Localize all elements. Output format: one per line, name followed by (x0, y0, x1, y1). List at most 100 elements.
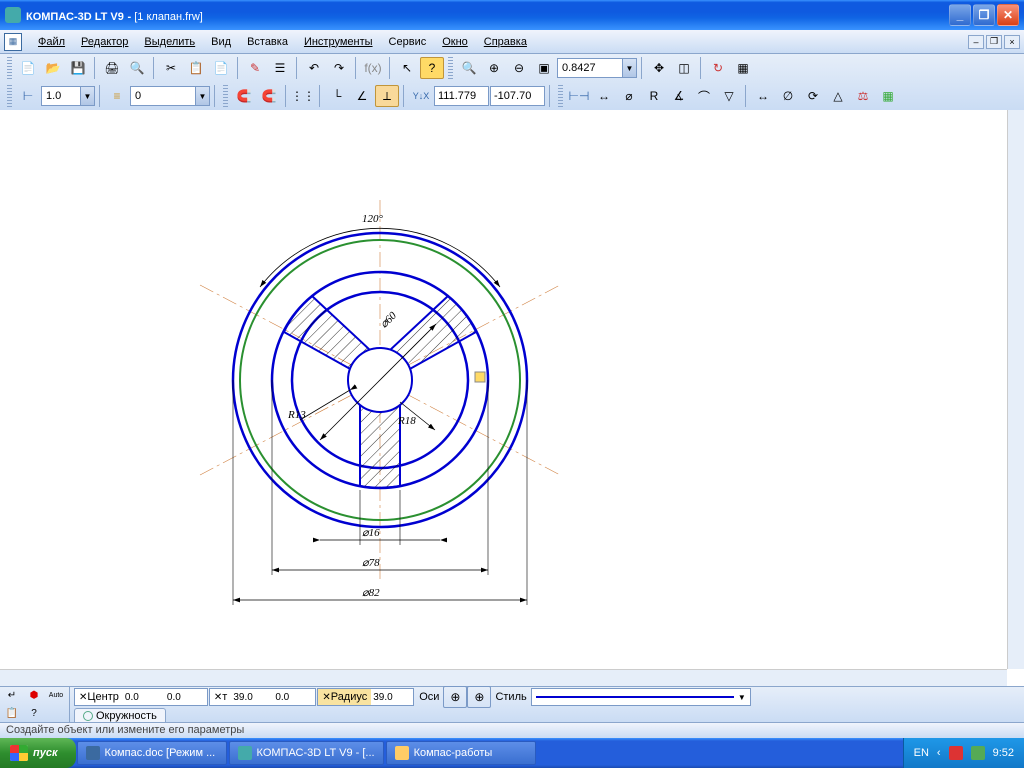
pan-button[interactable]: ✥ (647, 57, 671, 79)
dim-angle-button[interactable]: ∡ (667, 85, 691, 107)
axes-on-button[interactable]: ⊕ (467, 686, 491, 708)
stop-button[interactable]: ⬢ (24, 688, 44, 704)
toolbar-grip[interactable] (7, 57, 12, 79)
task-word[interactable]: Компас.doc [Режим ... (77, 741, 227, 765)
menu-select[interactable]: Выделить (136, 33, 203, 51)
handle[interactable] (475, 372, 485, 382)
minimize-button[interactable]: _ (949, 4, 971, 26)
scrollbar-horizontal[interactable] (0, 669, 1007, 686)
copy-button[interactable]: 📋 (184, 57, 208, 79)
mdi-close[interactable]: × (1004, 35, 1020, 49)
tray-icon[interactable] (971, 746, 985, 760)
dim-chain-button[interactable]: ↔ (592, 85, 616, 107)
close-button[interactable]: ✕ (997, 4, 1019, 26)
cut-button[interactable]: ✂ (159, 57, 183, 79)
doc-icon[interactable]: ▦ (4, 33, 22, 51)
coord-y-input[interactable] (490, 86, 545, 106)
snap-off-button[interactable]: 🧲 (257, 85, 281, 107)
menu-window[interactable]: Окно (434, 33, 476, 51)
mdi-restore[interactable]: ❐ (986, 35, 1002, 49)
center-x-input[interactable] (123, 689, 165, 705)
tray-icon[interactable] (949, 746, 963, 760)
task-folder[interactable]: Компас-работы (386, 741, 536, 765)
layer-combo[interactable]: 0 ▼ (130, 86, 210, 106)
preview-button[interactable]: 🔍 (125, 57, 149, 79)
zoom-combo[interactable]: 0.8427 ▼ (557, 58, 637, 78)
undo-button[interactable]: ↶ (302, 57, 326, 79)
lcoord-button[interactable]: └ (325, 85, 349, 107)
arrow-button[interactable]: ↖ (395, 57, 419, 79)
toolbar-grip[interactable] (223, 85, 228, 107)
print-button[interactable]: 🖨 (100, 57, 124, 79)
redo-button[interactable]: ↷ (327, 57, 351, 79)
copy-props-button[interactable]: ✎ (243, 57, 267, 79)
menu-edit[interactable]: Редактор (73, 33, 136, 51)
new-button[interactable]: 📄 (16, 57, 40, 79)
menu-file[interactable]: Файл (30, 33, 73, 51)
center-field[interactable]: ✕Центр (74, 688, 208, 706)
dim-diameter-button[interactable]: ⌀ (617, 85, 641, 107)
zoom-fit-button[interactable]: ▣ (532, 57, 556, 79)
measure-area-button[interactable]: ⟳ (801, 85, 825, 107)
zoom-rect-button[interactable]: 🔍 (457, 57, 481, 79)
step-combo[interactable]: 1.0 ▼ (41, 86, 95, 106)
tab-circle[interactable]: Окружность (74, 708, 166, 723)
zoom-window-button[interactable]: ◫ (672, 57, 696, 79)
zoom-out-button[interactable]: ⊖ (507, 57, 531, 79)
style-combo[interactable]: ▼ (531, 688, 751, 706)
fx-button[interactable]: f(x) (361, 57, 385, 79)
ty-input[interactable] (273, 689, 315, 705)
lang-indicator[interactable]: EN (914, 747, 929, 759)
save-button[interactable]: 💾 (66, 57, 90, 79)
measure-dist-button[interactable]: ↔ (751, 85, 775, 107)
zoom-in-button[interactable]: ⊕ (482, 57, 506, 79)
toolbar-grip[interactable] (448, 57, 453, 79)
ortho-button[interactable]: ⊢ (16, 85, 40, 107)
menu-help[interactable]: Справка (476, 33, 535, 51)
toolbar-grip[interactable] (7, 85, 12, 107)
task-kompas[interactable]: КОМПАС-3D LT V9 - [... (229, 741, 384, 765)
layers-button[interactable]: ≡ (105, 85, 129, 107)
rebuild-button[interactable]: ▦ (731, 57, 755, 79)
props-button[interactable]: ☰ (268, 57, 292, 79)
ortho-mode-button[interactable]: ⟂ (375, 85, 399, 107)
scrollbar-vertical[interactable] (1007, 110, 1024, 669)
maximize-button[interactable]: ❐ (973, 4, 995, 26)
help-button[interactable]: ? (420, 57, 444, 79)
help2-button[interactable]: ? (24, 706, 44, 722)
point-field[interactable]: ✕т (209, 688, 316, 706)
calc-button[interactable]: ▦ (876, 85, 900, 107)
paste-button[interactable]: 📄 (209, 57, 233, 79)
refresh-button[interactable]: ↻ (706, 57, 730, 79)
dim-linear-button[interactable]: ⊢⊣ (567, 85, 591, 107)
start-button[interactable]: пуск (0, 738, 76, 768)
snap-on-button[interactable]: 🧲 (232, 85, 256, 107)
dim-height-button[interactable]: ▽ (717, 85, 741, 107)
dim-arc-button[interactable]: ⌒ (692, 85, 716, 107)
menu-tools[interactable]: Инструменты (296, 33, 381, 51)
angle-snap-button[interactable]: ∠ (350, 85, 374, 107)
create-button[interactable]: ↵ (2, 688, 22, 704)
toolbar-grip[interactable] (558, 85, 563, 107)
tx-input[interactable] (231, 689, 273, 705)
mdi-minimize[interactable]: – (968, 35, 984, 49)
system-tray[interactable]: EN ‹ 9:52 (903, 738, 1024, 768)
open-button[interactable]: 📂 (41, 57, 65, 79)
axes-off-button[interactable]: ⊕ (443, 686, 467, 708)
radius-input[interactable] (371, 689, 413, 705)
center-y-input[interactable] (165, 689, 207, 705)
drawing-canvas[interactable]: 120° ⌀60 R13 R18 ⌀16 ⌀78 ⌀82 (0, 110, 1024, 686)
coord-x-input[interactable] (434, 86, 489, 106)
clock[interactable]: 9:52 (993, 747, 1014, 759)
grid-button[interactable]: ⋮⋮ (291, 85, 315, 107)
measure-angle-button[interactable]: ∅ (776, 85, 800, 107)
menu-view[interactable]: Вид (203, 33, 239, 51)
dim-radius-button[interactable]: R (642, 85, 666, 107)
menu-service[interactable]: Сервис (381, 33, 435, 51)
coord-label-button[interactable]: Y↓X (409, 85, 433, 107)
menu-insert[interactable]: Вставка (239, 33, 296, 51)
measure-len-button[interactable]: △ (826, 85, 850, 107)
auto-button[interactable]: Auto (46, 688, 66, 704)
radius-field[interactable]: ✕Радиус (317, 688, 414, 706)
copy-props2-button[interactable]: 📋 (2, 706, 22, 722)
